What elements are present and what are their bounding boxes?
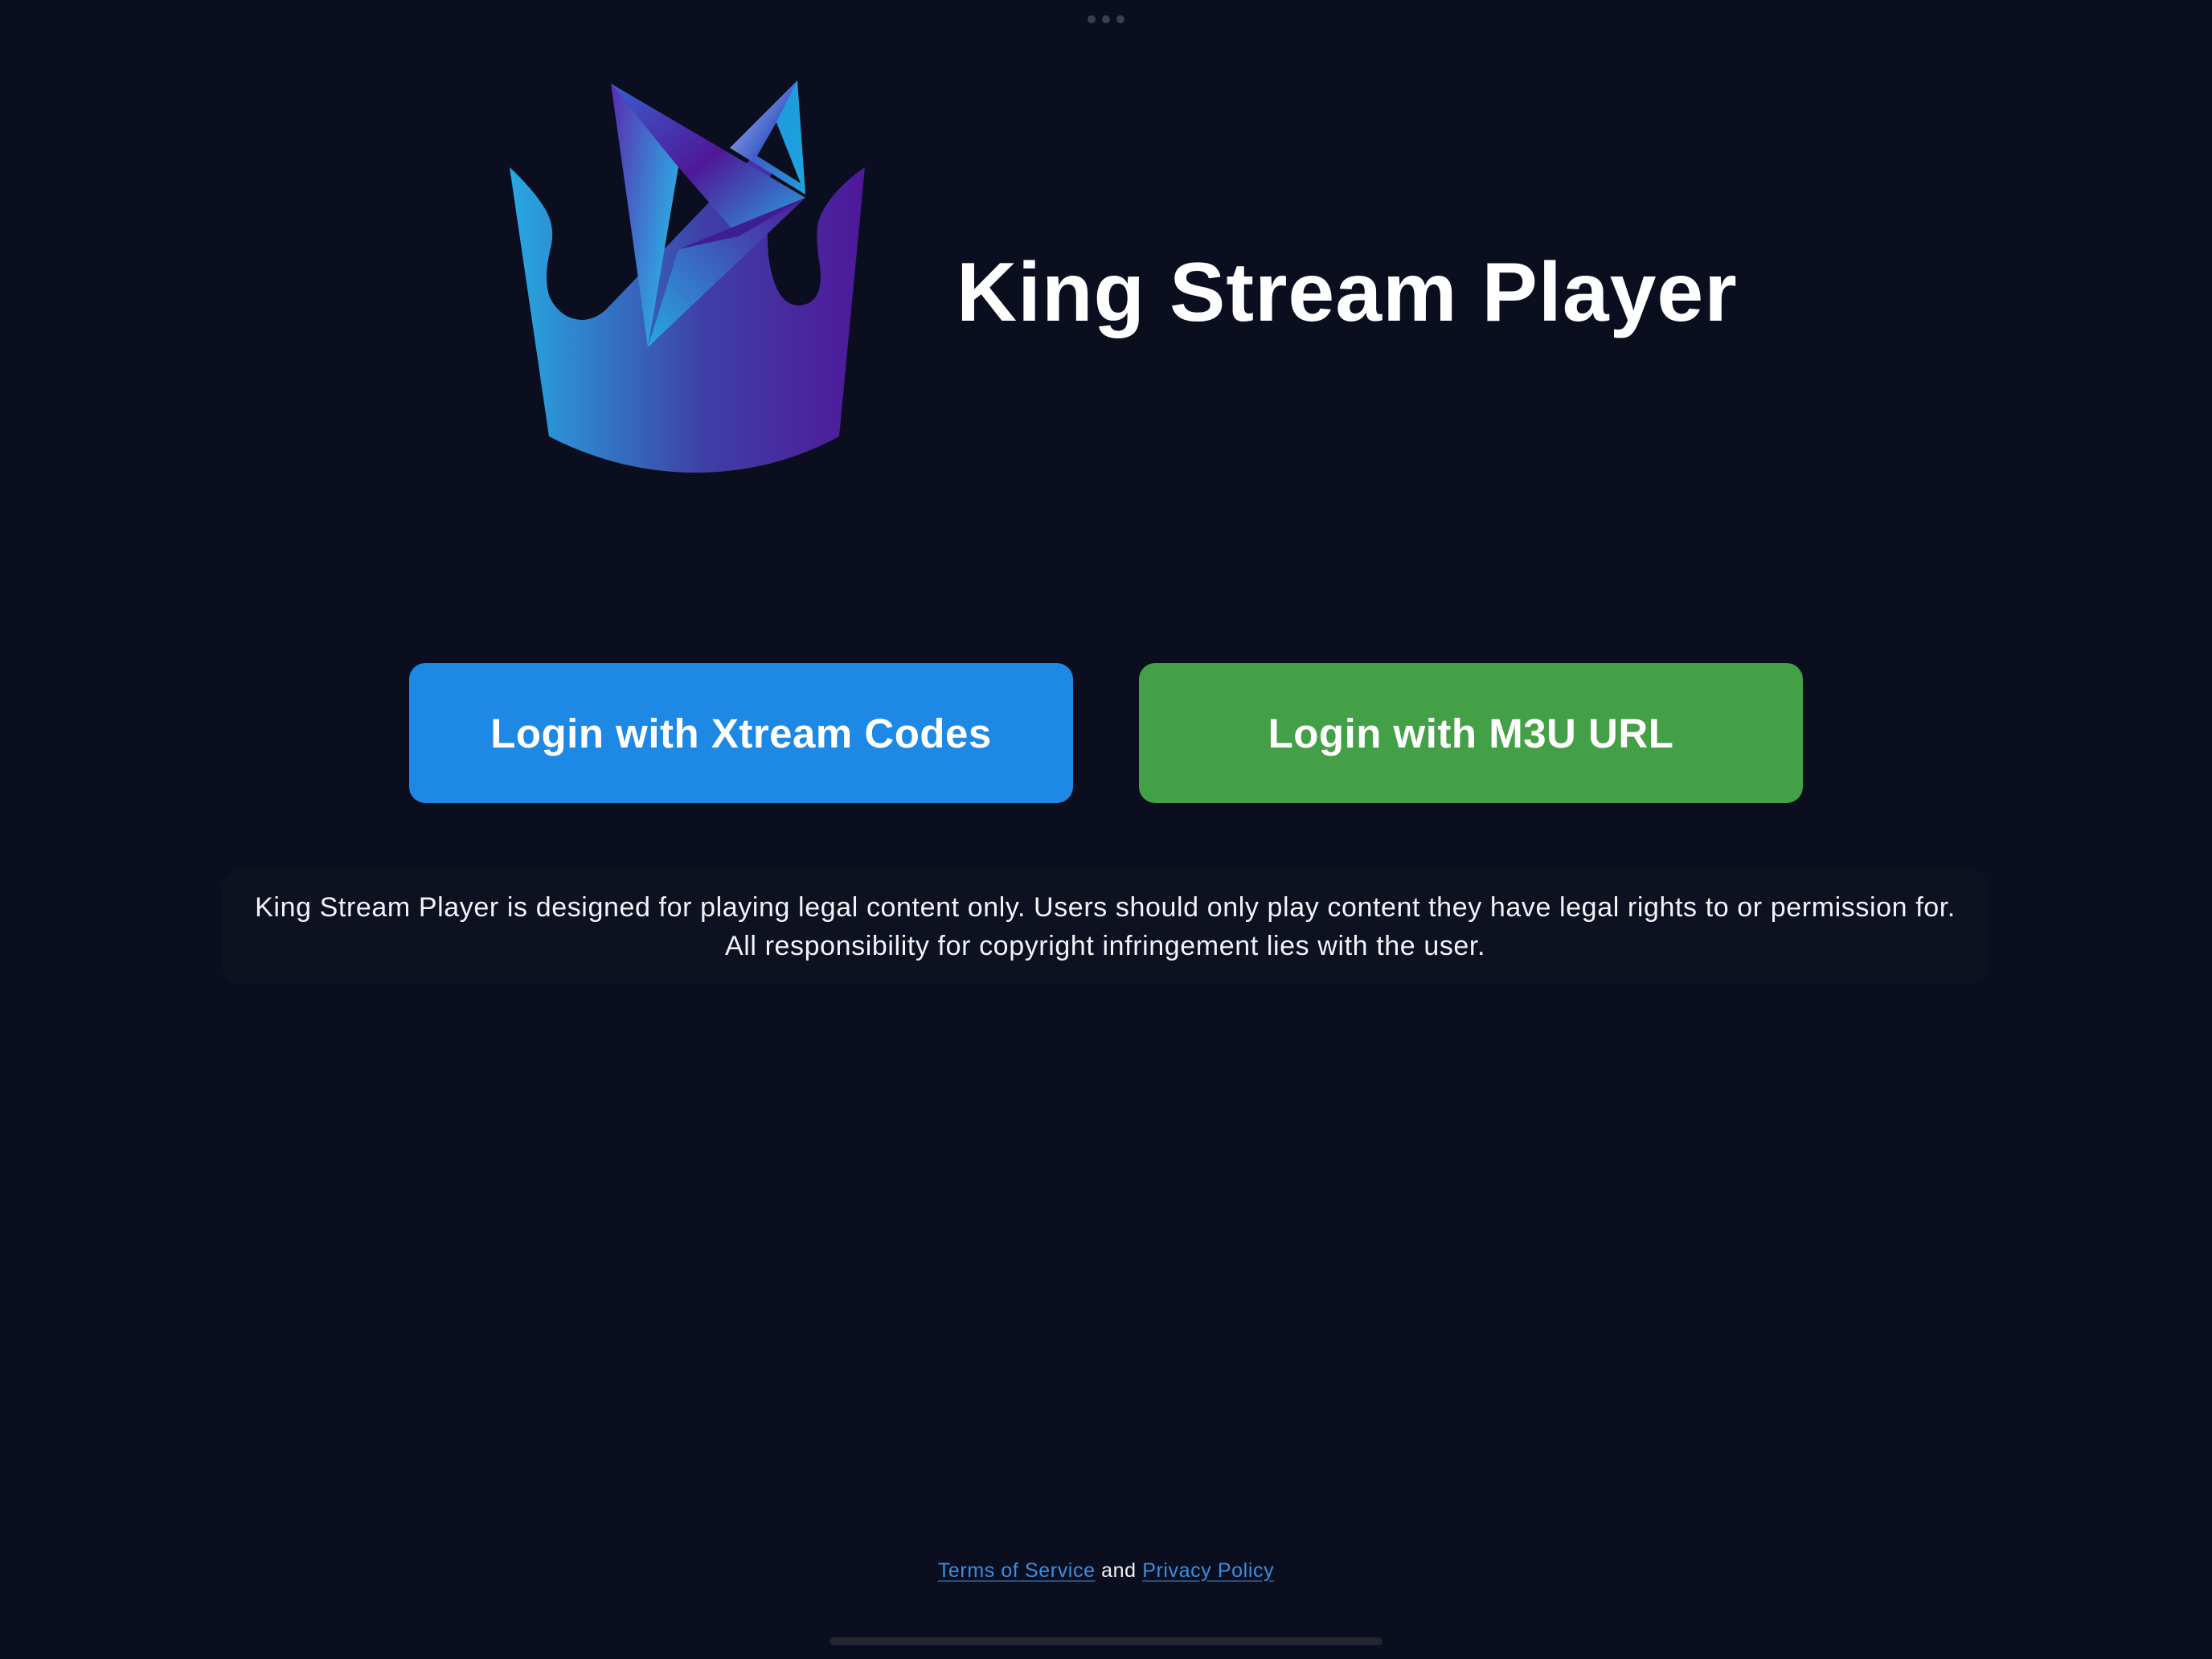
crown-play-logo-icon bbox=[510, 80, 865, 473]
login-xtream-codes-button[interactable]: Login with Xtream Codes bbox=[409, 663, 1073, 803]
home-indicator[interactable] bbox=[830, 1637, 1382, 1645]
dot-icon bbox=[1116, 15, 1124, 23]
app-title: King Stream Player bbox=[956, 246, 1738, 339]
dot-icon bbox=[1102, 15, 1110, 23]
dot-icon bbox=[1088, 15, 1096, 23]
login-m3u-url-button[interactable]: Login with M3U URL bbox=[1139, 663, 1803, 803]
terms-of-service-link[interactable]: Terms of Service bbox=[938, 1559, 1096, 1582]
multitasking-menu-handle[interactable] bbox=[1088, 14, 1124, 24]
legal-disclaimer-text: King Stream Player is designed for playi… bbox=[255, 892, 1956, 961]
privacy-policy-link[interactable]: Privacy Policy bbox=[1142, 1559, 1274, 1582]
footer-conjunction: and bbox=[1095, 1559, 1143, 1582]
legal-links-footer: Terms of Service and Privacy Policy bbox=[0, 1556, 2212, 1585]
login-screen: King Stream Player Login with Xtream Cod… bbox=[0, 0, 2212, 1659]
legal-disclaimer-panel: King Stream Player is designed for playi… bbox=[222, 870, 1989, 984]
